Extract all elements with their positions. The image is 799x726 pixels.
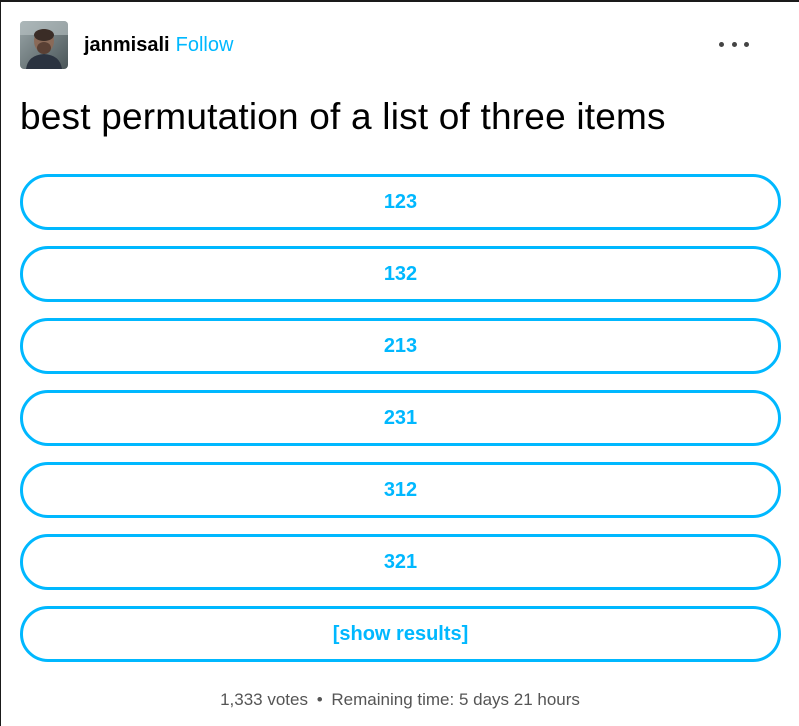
author-name[interactable]: janmisali (84, 34, 170, 57)
show-results-button[interactable]: [show results] (20, 606, 781, 662)
more-horizontal-icon[interactable] (719, 34, 749, 54)
poll-option-321[interactable]: 321 (20, 534, 781, 590)
poll-question: best permutation of a list of three item… (20, 96, 666, 137)
poll-option-231[interactable]: 231 (20, 390, 781, 446)
separator-dot: • (316, 690, 323, 709)
avatar[interactable] (20, 21, 68, 69)
poll-options: 123 132 213 231 312 321 [show results] (20, 174, 781, 678)
poll-option-132[interactable]: 132 (20, 246, 781, 302)
post-header: janmisali Follow (20, 20, 779, 70)
poll-option-312[interactable]: 312 (20, 462, 781, 518)
poll-footer: 1,333 votes • Remaining time: 5 days 21 … (1, 690, 799, 710)
poll-option-123[interactable]: 123 (20, 174, 781, 230)
remaining-time: Remaining time: 5 days 21 hours (331, 690, 580, 709)
poll-option-213[interactable]: 213 (20, 318, 781, 374)
vote-count: 1,333 votes (220, 690, 308, 709)
follow-button[interactable]: Follow (176, 34, 234, 57)
poll-post: janmisali Follow best permutation of a l… (0, 0, 799, 726)
